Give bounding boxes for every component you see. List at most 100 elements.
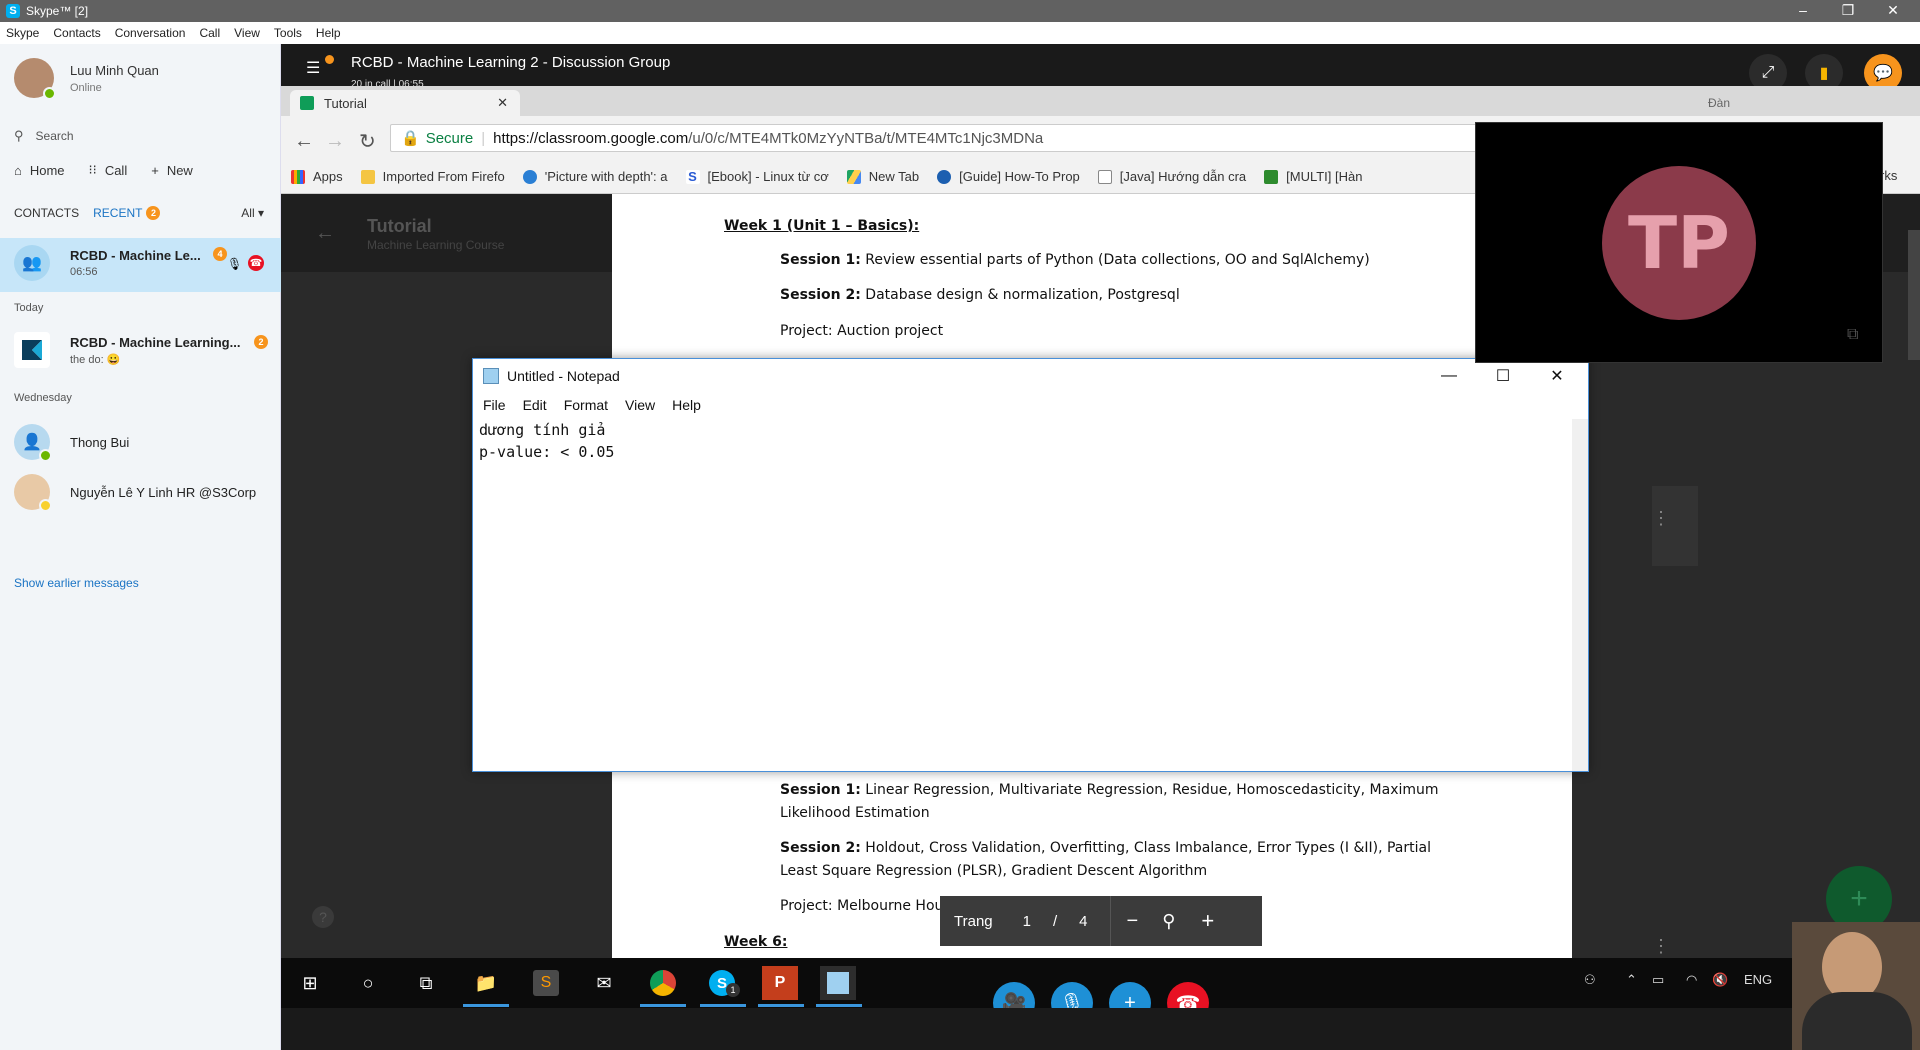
notepad-menu-view[interactable]: View <box>625 397 655 413</box>
restore-button[interactable]: ❐ <box>1830 0 1866 22</box>
bookmark-item[interactable]: [MULTI] [Hàn <box>1264 169 1362 184</box>
sublime-icon[interactable]: S <box>528 966 564 1000</box>
conversation-title: RCBD - Machine Learning... <box>70 334 241 350</box>
notepad-menu-format[interactable]: Format <box>564 397 608 413</box>
menu-call[interactable]: Call <box>199 26 220 40</box>
menu-conversation[interactable]: Conversation <box>115 26 186 40</box>
hangup-icon[interactable]: ☎ <box>248 255 264 271</box>
session-label: Session 2: <box>780 287 861 303</box>
chevron-down-icon: ▾ <box>257 206 264 220</box>
project-line: Project: Auction project <box>780 323 944 339</box>
bookmark-item[interactable]: 'Picture with depth': a <box>522 169 668 184</box>
section-today: Today <box>14 302 44 314</box>
bookmark-label: [Ebook] - Linux từ cơ <box>707 169 829 184</box>
people-icon[interactable]: ⚇ <box>1584 972 1596 988</box>
zoom-in-icon[interactable]: + <box>1201 908 1214 934</box>
notepad-title: Untitled - Notepad <box>507 368 620 384</box>
menu-skype[interactable]: Skype <box>6 26 39 40</box>
url-path: /u/0/c/MTE4MTk0MzYyNTBa/t/MTE4MTc1Njc3MD… <box>688 129 1044 147</box>
conversation-item[interactable]: RCBD - Machine Learning... the do: 😀 2 <box>14 332 276 368</box>
task-view-icon[interactable]: ⧉ <box>408 966 444 1000</box>
powerpoint-icon[interactable]: P <box>762 966 798 1000</box>
recent-badge: 2 <box>146 206 161 220</box>
notepad-text-area[interactable]: dương tính giả p-value: < 0.05 <box>477 419 1565 769</box>
notepad-scrollbar[interactable] <box>1572 419 1588 771</box>
new-button[interactable]: + New <box>151 163 193 178</box>
skype-title-bar: S Skype™ [2] – ❐ ✕ <box>0 0 1920 22</box>
skype-menu-bar: Skype Contacts Conversation Call View To… <box>0 22 1920 44</box>
browser-tab[interactable]: Tutorial ✕ <box>290 90 520 116</box>
section-wednesday: Wednesday <box>14 392 72 404</box>
nav-row: ⌂ Home ⁝⁝ Call + New <box>14 162 217 178</box>
bookmark-label: [MULTI] [Hàn <box>1286 169 1363 184</box>
conversation-item[interactable]: Nguyễn Lê Y Linh HR @S3Corp <box>14 474 276 512</box>
popout-icon[interactable]: ⧉ <box>1847 326 1858 344</box>
home-button[interactable]: ⌂ Home <box>14 163 65 178</box>
tab-contacts[interactable]: CONTACTS <box>14 206 79 220</box>
wifi-icon[interactable]: ◠ <box>1686 972 1697 988</box>
notepad-menu-help[interactable]: Help <box>672 397 701 413</box>
menu-help[interactable]: Help <box>316 26 341 40</box>
notepad-menu-file[interactable]: File <box>483 397 506 413</box>
volume-muted-icon[interactable]: 🔇 <box>1712 972 1728 988</box>
bookmark-item[interactable]: New Tab <box>846 169 919 184</box>
session-text: Least Square Regression (PLSR), Gradient… <box>780 863 1208 879</box>
call-button[interactable]: ⁝⁝ Call <box>89 162 128 178</box>
page-scrollbar[interactable] <box>1908 230 1920 360</box>
chrome-icon[interactable] <box>645 966 681 1000</box>
search-input[interactable]: Search <box>36 129 74 143</box>
new-label: New <box>166 162 193 178</box>
running-indicator <box>463 1004 509 1007</box>
bookmark-folder[interactable]: Imported From Firefo <box>360 169 505 184</box>
notepad-close-button[interactable]: ✕ <box>1530 359 1584 393</box>
conversation-title: Thong Bui <box>70 434 130 450</box>
self-video-preview[interactable] <box>1792 922 1920 1050</box>
zoom-icon[interactable]: ⚲ <box>1162 911 1175 932</box>
reload-icon[interactable]: ↻ <box>359 129 376 154</box>
more-vertical-icon[interactable]: ⋮ <box>1652 508 1670 529</box>
current-page-input[interactable]: 1 <box>1023 913 1031 930</box>
close-button[interactable]: ✕ <box>1875 0 1911 22</box>
battery-icon[interactable]: ▭ <box>1652 972 1664 988</box>
session-text: Holdout, Cross Validation, Overfitting, … <box>865 840 1431 856</box>
more-vertical-icon[interactable]: ⋮ <box>1652 936 1670 957</box>
profile-area[interactable]: Luu Minh Quan Online <box>14 58 159 100</box>
tab-recent[interactable]: RECENT <box>93 206 142 220</box>
notepad-title-bar[interactable]: Untitled - Notepad — ☐ ✕ <box>473 359 1588 393</box>
call-menu-icon[interactable]: ☰ <box>306 58 320 78</box>
notepad-minimize-button[interactable]: — <box>1422 359 1476 393</box>
drive-icon <box>846 169 861 184</box>
mail-icon[interactable]: ✉ <box>586 966 622 1000</box>
show-earlier-link[interactable]: Show earlier messages <box>14 576 139 590</box>
profile-status[interactable]: Online <box>70 82 159 94</box>
menu-contacts[interactable]: Contacts <box>53 26 100 40</box>
notepad-menu-edit[interactable]: Edit <box>523 397 547 413</box>
classroom-back-icon[interactable]: ← <box>315 222 335 245</box>
active-conversation[interactable]: 👥 RCBD - Machine Le... 06:56 4 🎙 ☎ <box>14 245 276 281</box>
zoom-out-icon[interactable]: − <box>1127 910 1139 933</box>
bookmark-apps[interactable]: Apps <box>291 169 343 184</box>
mic-muted-icon[interactable]: 🎙 <box>227 257 242 271</box>
bookmark-item[interactable]: [Java] Hướng dẫn cra <box>1097 169 1246 184</box>
back-icon[interactable]: ← <box>294 130 314 153</box>
help-icon[interactable]: ? <box>312 906 334 928</box>
address-bar[interactable]: 🔒 Secure | https://classroom.google.com /… <box>390 124 1480 152</box>
file-explorer-icon[interactable]: 📁 <box>468 966 504 1000</box>
cortana-icon[interactable]: ○ <box>350 966 386 1000</box>
profile-avatar[interactable] <box>14 58 56 100</box>
notepad-taskbar-icon[interactable] <box>820 966 856 1000</box>
conversation-item[interactable]: 👤 Thong Bui <box>14 424 276 462</box>
tray-chevron-icon[interactable]: ⌃ <box>1626 972 1637 988</box>
filter-dropdown[interactable]: All ▾ <box>241 206 264 220</box>
minimize-button[interactable]: – <box>1785 0 1821 22</box>
bookmark-item[interactable]: [Guide] How-To Prop <box>937 169 1080 184</box>
tab-close-icon[interactable]: ✕ <box>497 95 508 111</box>
bookmark-item[interactable]: S [Ebook] - Linux từ cơ <box>685 169 829 184</box>
forward-icon[interactable]: → <box>325 130 345 153</box>
language-indicator[interactable]: ENG <box>1744 972 1772 987</box>
windows-start-icon[interactable]: ⊞ <box>292 966 328 1000</box>
menu-view[interactable]: View <box>234 26 260 40</box>
search-box[interactable]: ⚲ Search <box>14 124 264 148</box>
menu-tools[interactable]: Tools <box>274 26 302 40</box>
notepad-maximize-button[interactable]: ☐ <box>1476 359 1530 393</box>
